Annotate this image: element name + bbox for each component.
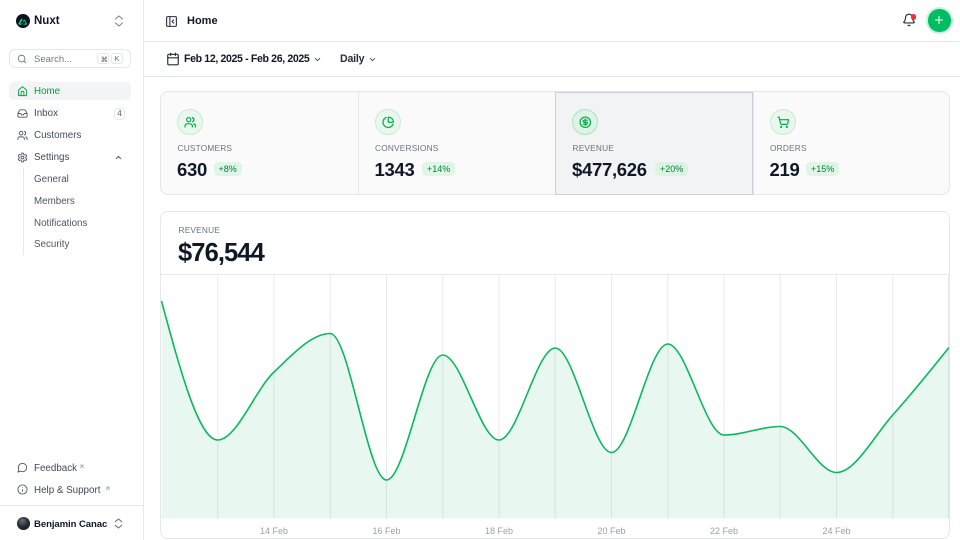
- svg-text:14 Feb: 14 Feb: [260, 526, 288, 536]
- svg-text:20 Feb: 20 Feb: [597, 526, 625, 536]
- svg-text:24 Feb: 24 Feb: [822, 526, 850, 536]
- svg-text:16 Feb: 16 Feb: [372, 526, 400, 536]
- svg-text:18 Feb: 18 Feb: [485, 526, 513, 536]
- svg-text:22 Feb: 22 Feb: [710, 526, 738, 536]
